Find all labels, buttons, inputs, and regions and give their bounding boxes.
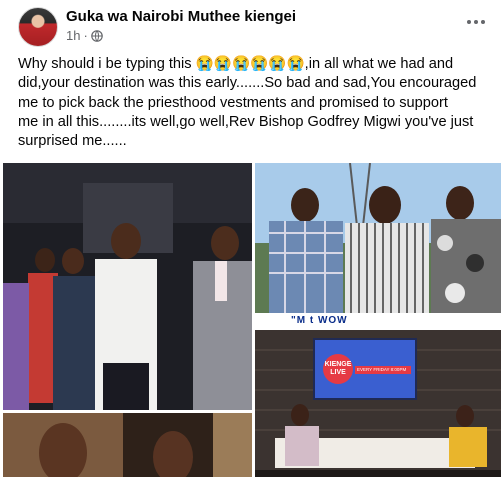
more-options-icon[interactable] [464, 15, 488, 29]
post-meta: 1h · [66, 28, 103, 43]
photo-church-group[interactable] [3, 163, 252, 410]
photo-banner-text: "M t WOW [255, 315, 501, 327]
post-time[interactable]: 1h [66, 28, 80, 43]
close-up-faces-image [3, 413, 252, 477]
photo-gallery: "M t WOW KIENGE LIVE EVERY FRIDAY 8:00PM [0, 163, 501, 477]
three-men-image [255, 163, 501, 327]
post-text-line: me in all this........its well,go well,R… [18, 113, 474, 130]
post-text-line: me to pick back the priesthood vestments… [18, 94, 448, 111]
church-group-image [3, 163, 252, 410]
kienge-live-screen: KIENGE LIVE EVERY FRIDAY 8:00PM [313, 338, 417, 400]
post-text: Why should i be typing this 😭😭😭😭😭😭,in al… [18, 55, 488, 151]
post-header: Guka wa Nairobi Muthee kiengei 1h · [18, 7, 488, 47]
post-text-line: Why should i be typing this 😭😭😭😭😭😭,in al… [18, 56, 454, 72]
photo-tv-studio[interactable]: KIENGE LIVE EVERY FRIDAY 8:00PM [255, 330, 501, 477]
kienge-live-logo: KIENGE LIVE [323, 354, 353, 384]
photo-three-men-outdoors[interactable]: "M t WOW [255, 163, 501, 327]
globe-icon[interactable] [91, 29, 103, 42]
post-text-line: surprised me...... [18, 133, 127, 150]
photo-close-up-faces[interactable] [3, 413, 252, 477]
meta-separator: · [83, 28, 88, 43]
post-text-line: did,your destination was this early.....… [18, 75, 477, 92]
kienge-schedule-strip: EVERY FRIDAY 8:00PM [355, 366, 411, 374]
author-name[interactable]: Guka wa Nairobi Muthee kiengei [66, 8, 296, 25]
author-avatar[interactable] [18, 7, 58, 47]
